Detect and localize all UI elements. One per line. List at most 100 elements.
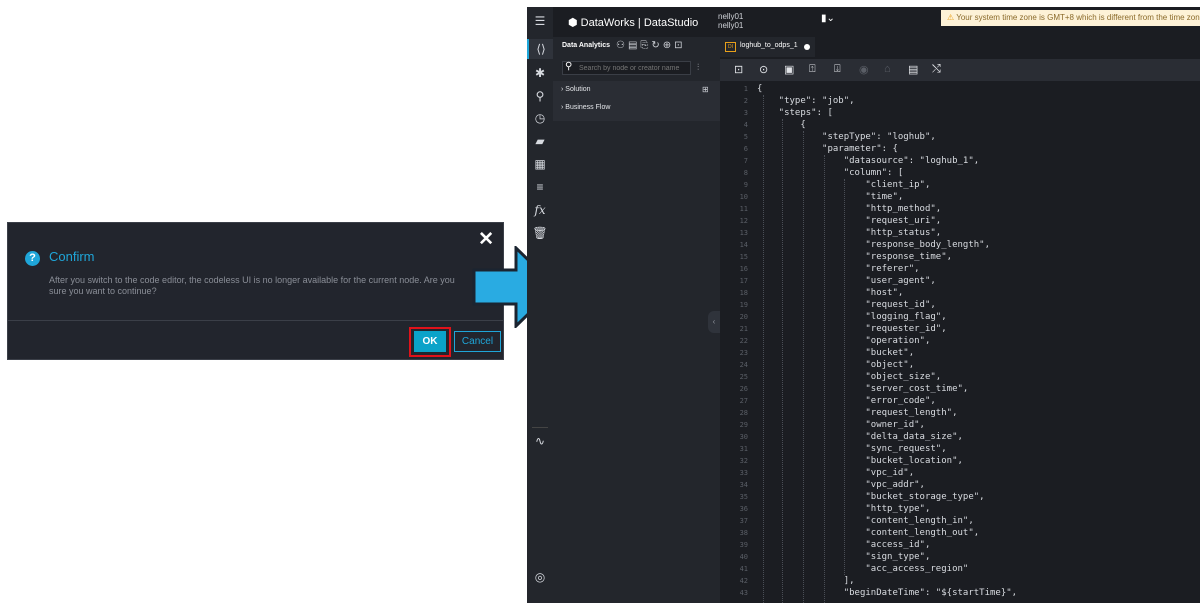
search-box: ⚲	[562, 61, 691, 75]
grid-view-icon[interactable]: ⊞	[702, 85, 709, 94]
line-number: 3	[743, 109, 748, 117]
code-line: "request_length",	[757, 408, 958, 418]
code-line: "error_code",	[757, 396, 936, 406]
user-info[interactable]: nelly01 nelly01	[718, 12, 743, 30]
line-number: 27	[739, 397, 748, 405]
line-number: 43	[739, 589, 748, 597]
code-line: "response_body_length",	[757, 240, 990, 250]
line-number: 4	[743, 121, 748, 129]
list-icon[interactable]: ≡	[527, 177, 553, 197]
workspace-name: nelly01	[718, 21, 744, 30]
line-number: 40	[739, 553, 748, 561]
code-lines: { "type": "job", "steps": [ { "stepType"…	[757, 83, 1197, 603]
convert-icon[interactable]: ⤭	[932, 63, 941, 76]
line-number: 30	[739, 433, 748, 441]
code-line: "datasource": "loghub_1",	[757, 156, 980, 166]
tree-item-label: Solution	[565, 86, 591, 93]
line-number: 21	[739, 325, 748, 333]
line-number: 25	[739, 373, 748, 381]
code-line: "beginDateTime": "${startTime}",	[757, 588, 1018, 598]
user-name: nelly01	[718, 12, 744, 21]
line-number: 31	[739, 445, 748, 453]
activity-icon[interactable]: ∿	[527, 431, 553, 451]
line-number: 2	[743, 97, 748, 105]
line-number: 15	[739, 253, 748, 261]
publish-icon[interactable]: ⍗	[834, 63, 841, 76]
sidebar-panel: Data Analytics ⚇▤⎘↻⊕⊡ ⚲ ⫶ › Solution › B…	[553, 37, 720, 603]
data-integration-icon: DI	[725, 42, 736, 52]
cancel-button[interactable]: Cancel	[454, 331, 501, 352]
line-number: 41	[739, 565, 748, 573]
code-editor: DI loghub_to_odps_1 ⊡ ⊙ ▣ ⍐ ⍗ ◉ ⌂ ▤ ⤭ 12…	[720, 37, 1200, 603]
submit-icon[interactable]: ⍐	[809, 63, 816, 76]
line-number: 35	[739, 493, 748, 501]
code-area[interactable]: 1 2 3 4 5 6 7 8 9 10 11 12 13 14 15 16 17 18 19 20 21 22 23 24 2…	[720, 83, 1200, 603]
line-number: 16	[739, 265, 748, 273]
run-params-icon[interactable]: ▣	[784, 63, 794, 76]
code-line: "response_time",	[757, 252, 953, 262]
clock-icon[interactable]: ◷	[527, 108, 553, 128]
line-number: 5	[743, 133, 748, 141]
code-line: "bucket_location",	[757, 456, 963, 466]
line-number: 37	[739, 517, 748, 525]
briefcase-icon[interactable]: ▰	[527, 131, 553, 151]
code-line: "requester_id",	[757, 324, 947, 334]
line-number: 13	[739, 229, 748, 237]
stop-icon[interactable]: ◉	[859, 63, 869, 76]
line-number: 38	[739, 529, 748, 537]
line-number: 9	[743, 181, 748, 189]
question-icon: ?	[25, 251, 40, 266]
code-line: "steps": [	[757, 108, 833, 118]
save-icon[interactable]: ⊡	[734, 63, 743, 76]
bookmark-dropdown-icon[interactable]: ▮⌄	[821, 13, 835, 24]
code-line: "operation",	[757, 336, 931, 346]
unsaved-dot-icon	[804, 44, 810, 50]
code-line: "vpc_id",	[757, 468, 915, 478]
tree-item-solution[interactable]: › Solution	[561, 86, 591, 93]
line-number: 24	[739, 361, 748, 369]
code-line: "referer",	[757, 264, 920, 274]
warning-icon: ⚠	[947, 13, 955, 22]
tab-loghub-to-odps[interactable]: DI loghub_to_odps_1	[720, 37, 815, 57]
dialog-title: Confirm	[49, 249, 95, 264]
code-line: "vpc_addr",	[757, 480, 925, 490]
line-number: 32	[739, 457, 748, 465]
code-line: "request_id",	[757, 300, 936, 310]
line-number: 8	[743, 169, 748, 177]
app-title: DataWorks | DataStudio	[580, 17, 699, 29]
tree-item-business-flow[interactable]: › Business Flow	[561, 104, 610, 111]
search-icon[interactable]: ⚲	[527, 86, 553, 106]
code-line: "type": "job",	[757, 96, 855, 106]
search-input[interactable]	[579, 63, 689, 74]
function-icon[interactable]: fx	[527, 200, 553, 220]
code-line: "stepType": "loghub",	[757, 132, 936, 142]
filter-icon[interactable]: ⫶	[697, 62, 699, 73]
tree-view: › Solution › Business Flow	[553, 81, 720, 121]
tree-item-label: Business Flow	[565, 104, 611, 111]
sidebar-toolbar[interactable]: ⚇▤⎘↻⊕⊡	[616, 40, 686, 51]
code-line: ],	[757, 576, 855, 586]
trash-icon[interactable]: 🗑	[527, 223, 553, 243]
run-icon[interactable]: ⊙	[759, 63, 768, 76]
timezone-warning: ⚠ Your system time zone is GMT+8 which i…	[941, 10, 1200, 26]
code-line: "delta_data_size",	[757, 432, 963, 442]
format-icon[interactable]: ▤	[908, 63, 918, 76]
table-icon[interactable]: ▦	[527, 154, 553, 174]
collapse-panel-handle[interactable]: ‹	[708, 311, 720, 333]
code-line: "host",	[757, 288, 904, 298]
code-line: "bucket",	[757, 348, 915, 358]
line-number: 26	[739, 385, 748, 393]
pin-icon[interactable]: ✱	[527, 63, 553, 83]
line-number: 36	[739, 505, 748, 513]
lock-icon[interactable]: ⌂	[884, 63, 891, 75]
code-line: "server_cost_time",	[757, 384, 969, 394]
menu-icon[interactable]: ☰	[527, 11, 553, 31]
code-line: "bucket_storage_type",	[757, 492, 985, 502]
settings-icon[interactable]: ◎	[527, 567, 553, 587]
line-number: 12	[739, 217, 748, 225]
code-icon[interactable]: ⟨⟩	[527, 39, 553, 59]
ok-button[interactable]: OK	[414, 331, 446, 352]
line-number: 10	[739, 193, 748, 201]
code-line: "sign_type",	[757, 552, 931, 562]
line-number: 28	[739, 409, 748, 417]
